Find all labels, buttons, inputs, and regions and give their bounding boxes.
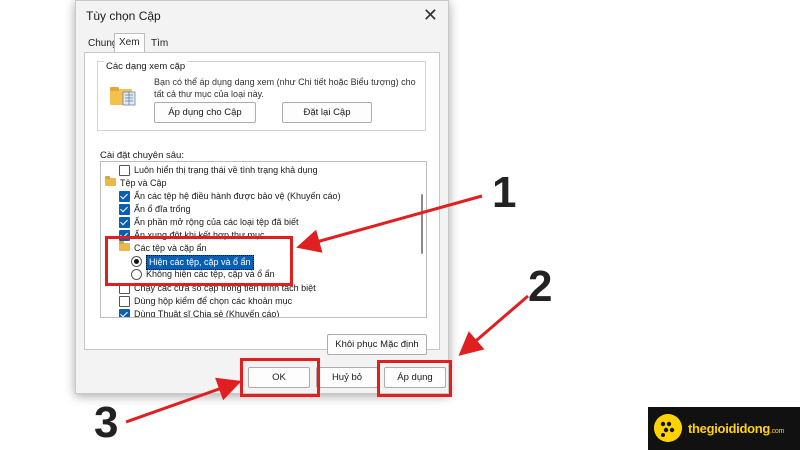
highlight-box-hidden-files <box>105 236 293 286</box>
checkbox[interactable] <box>119 165 130 176</box>
tab-search[interactable]: Tìm kiếm <box>147 35 176 66</box>
highlight-box-apply <box>377 360 452 397</box>
tree-scrollbar[interactable] <box>419 164 425 314</box>
checkbox-checked[interactable] <box>119 204 130 215</box>
step-number-1: 1 <box>492 168 517 217</box>
advanced-settings-label: Cài đặt chuyên sâu: <box>100 150 184 161</box>
title-bar: Tùy chọn Cập ✕ <box>76 1 448 33</box>
checkbox-checked[interactable] <box>119 217 130 228</box>
scroll-thumb[interactable] <box>421 194 423 254</box>
checkbox-checked[interactable] <box>119 309 130 317</box>
highlight-box-ok <box>240 358 320 397</box>
step-number-3: 3 <box>94 398 119 447</box>
step-number-2: 2 <box>528 262 553 311</box>
reset-folders-button[interactable]: Đặt lại Cập <box>282 102 372 123</box>
restore-defaults-button[interactable]: Khôi phục Mặc định <box>327 334 427 355</box>
close-icon[interactable]: ✕ <box>423 5 438 25</box>
folder-options-dialog: Tùy chọn Cập ✕ Chung Xem Tìm kiếm Các dạ… <box>75 0 449 394</box>
brand-watermark: thegioididong.com <box>648 407 800 450</box>
tab-view[interactable]: Xem <box>114 33 145 54</box>
folder-views-description: Bạn có thể áp dụng dạng xem (như Chi tiế… <box>154 77 416 99</box>
checkbox[interactable] <box>119 296 130 307</box>
folder-view-icon <box>110 87 136 106</box>
folder-views-label: Các dạng xem cặp <box>104 61 188 72</box>
cancel-button[interactable]: Huỷ bỏ <box>316 367 378 388</box>
view-tab-panel: Các dạng xem cặp Bạn có thể áp dụng dạng… <box>84 52 440 355</box>
brand-logo-icon <box>654 414 682 442</box>
checkbox-checked[interactable] <box>119 191 130 202</box>
dialog-title: Tùy chọn Cập <box>86 9 161 23</box>
brand-name: thegioididong.com <box>688 421 785 436</box>
apply-to-folders-button[interactable]: Áp dụng cho Cập <box>154 102 256 123</box>
folder-icon <box>105 176 116 186</box>
folder-views-group: Các dạng xem cặp Bạn có thể áp dụng dạng… <box>97 61 426 131</box>
